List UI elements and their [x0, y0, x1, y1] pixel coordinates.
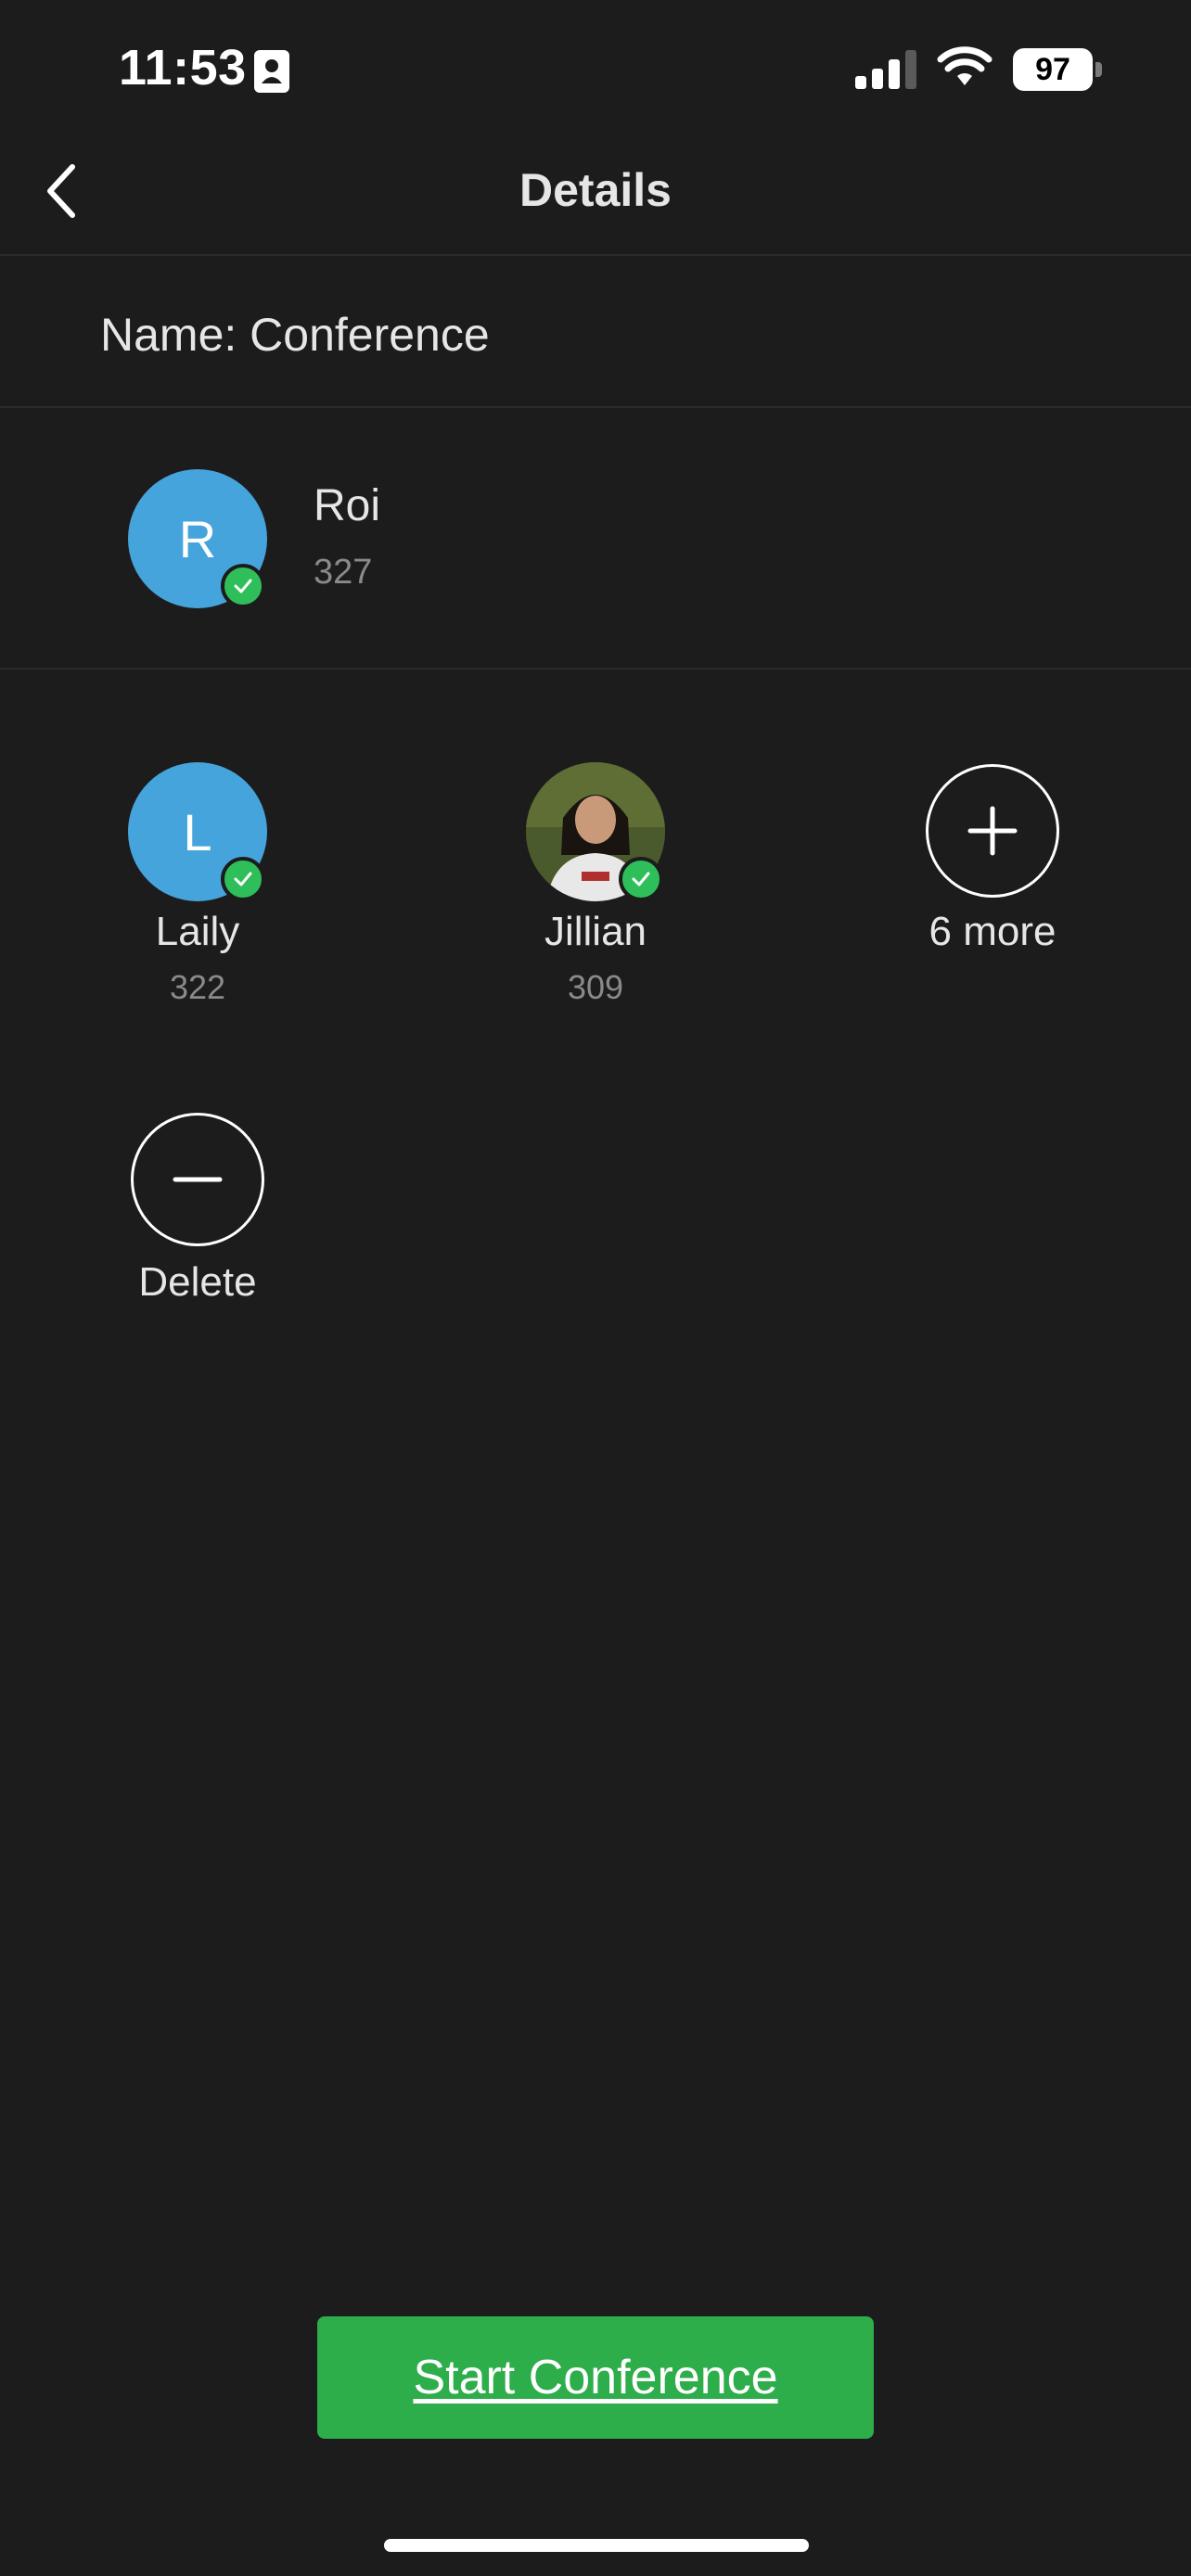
host-name: Roi — [314, 481, 381, 530]
delete-member-button[interactable] — [131, 1113, 264, 1246]
verified-check-icon — [221, 564, 265, 608]
verified-check-icon — [221, 857, 265, 901]
member-name: Jillian — [544, 909, 647, 954]
page-title: Details — [519, 164, 672, 216]
host-divider — [0, 668, 1191, 670]
battery-indicator: 97 — [1013, 48, 1106, 91]
more-label: 6 more — [928, 909, 1057, 954]
battery-tip — [1095, 62, 1102, 77]
delete-label: Delete — [138, 1259, 257, 1305]
plus-icon — [967, 806, 1018, 856]
status-time: 11:53 — [119, 40, 247, 96]
cellular-signal-icon — [855, 48, 918, 91]
host-avatar-wrap: R — [128, 469, 267, 608]
member-avatar-jillian[interactable] — [526, 762, 665, 901]
avatar-initial: L — [183, 802, 212, 861]
member-avatar-laily[interactable]: L — [128, 762, 267, 901]
add-more-button[interactable] — [926, 764, 1059, 898]
conference-name-value: Conference — [250, 309, 490, 361]
home-indicator[interactable] — [384, 2539, 809, 2552]
header-divider — [0, 254, 1191, 256]
battery-level: 97 — [1013, 48, 1093, 91]
start-conference-button[interactable]: Start Conference — [317, 2316, 874, 2439]
verified-check-icon — [619, 857, 663, 901]
member-extension: 309 — [567, 968, 624, 1006]
conference-name-row: Name: Conference — [100, 308, 490, 362]
host-extension: 327 — [314, 553, 373, 592]
member-extension: 322 — [169, 968, 226, 1006]
name-divider — [0, 406, 1191, 408]
avatar-initial: R — [178, 509, 217, 568]
contact-card-icon — [254, 50, 289, 93]
member-name: Laily — [155, 909, 240, 954]
wifi-icon — [937, 46, 992, 89]
minus-icon — [173, 1177, 223, 1182]
name-label: Name: — [100, 309, 237, 361]
